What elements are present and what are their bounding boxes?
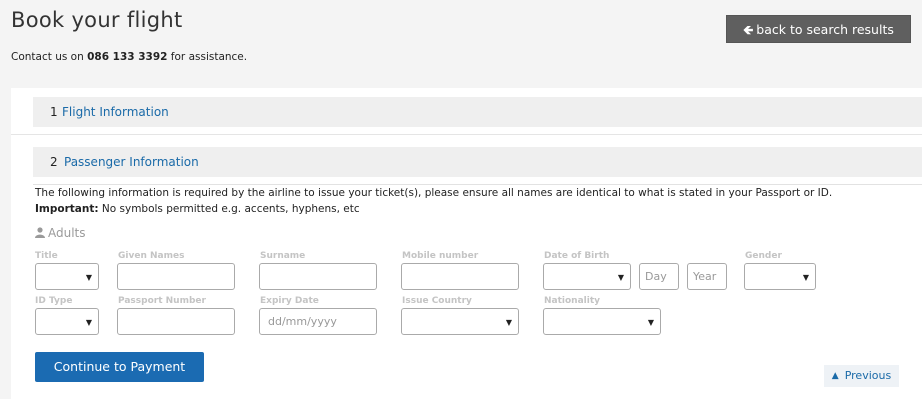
caret-down-icon: ▼: [505, 318, 512, 327]
contact-line: Contact us on 086 133 3392 for assistanc…: [11, 51, 247, 63]
title-select[interactable]: ▼: [35, 263, 99, 290]
day-placeholder: Day: [645, 270, 667, 283]
title-label: Title: [35, 251, 58, 261]
page-title: Book your flight: [11, 8, 183, 32]
passenger-info-text: The following information is required by…: [35, 187, 833, 199]
arrow-left-icon: 🡸: [743, 22, 754, 37]
passport-label: Passport Number: [118, 296, 206, 306]
caret-down-icon: ▼: [617, 273, 624, 282]
given-names-input[interactable]: [117, 263, 235, 290]
mobile-label: Mobile number: [402, 251, 479, 261]
caret-down-icon: ▼: [802, 273, 809, 282]
id-type-label: ID Type: [35, 296, 73, 306]
given-names-label: Given Names: [118, 251, 185, 261]
back-to-search-button[interactable]: 🡸 back to search results: [726, 15, 911, 43]
step-passenger-information[interactable]: 2 Passenger Information: [33, 147, 922, 177]
divider: [11, 134, 922, 135]
dob-year-input[interactable]: Year: [687, 263, 727, 290]
nationality-label: Nationality: [544, 296, 600, 306]
caret-down-icon: ▼: [85, 273, 92, 282]
expiry-placeholder: dd/mm/yyyy: [268, 315, 337, 328]
issue-country-label: Issue Country: [402, 296, 472, 306]
back-button-label: back to search results: [756, 22, 894, 37]
dob-day-input[interactable]: Day: [639, 263, 679, 290]
previous-button[interactable]: ▲ Previous: [824, 365, 899, 387]
expiry-label: Expiry Date: [260, 296, 319, 306]
gender-select[interactable]: ▼: [744, 263, 816, 290]
chevron-up-icon: ▲: [831, 371, 839, 381]
issue-country-select[interactable]: ▼: [401, 308, 519, 335]
contact-suffix: for assistance.: [167, 51, 248, 63]
contact-prefix: Contact us on: [11, 51, 88, 63]
important-text: No symbols permitted e.g. accents, hyphe…: [98, 203, 360, 215]
adults-heading: Adults: [35, 226, 86, 240]
id-type-select[interactable]: ▼: [35, 308, 99, 335]
passport-input[interactable]: [117, 308, 235, 335]
expiry-input[interactable]: dd/mm/yyyy: [259, 308, 377, 335]
important-note: Important: No symbols permitted e.g. acc…: [35, 203, 360, 215]
previous-label: Previous: [844, 369, 892, 382]
mobile-input[interactable]: [401, 263, 519, 290]
step-title[interactable]: Flight Information: [62, 97, 169, 127]
nationality-select[interactable]: ▼: [543, 308, 661, 335]
important-label: Important:: [35, 203, 99, 215]
step-title[interactable]: Passenger Information: [64, 147, 199, 177]
surname-input[interactable]: [259, 263, 377, 290]
gender-label: Gender: [745, 251, 782, 261]
adults-label: Adults: [48, 226, 86, 240]
user-icon: [35, 227, 45, 238]
step-number: 2: [50, 155, 58, 169]
dob-month-select[interactable]: ▼: [543, 263, 631, 290]
contact-phone: 086 133 3392: [87, 51, 168, 63]
step-number: 1: [50, 105, 58, 119]
continue-to-payment-button[interactable]: Continue to Payment: [35, 352, 204, 382]
dob-label: Date of Birth: [544, 251, 610, 261]
divider: [33, 184, 922, 185]
caret-down-icon: ▼: [647, 318, 654, 327]
caret-down-icon: ▼: [85, 318, 92, 327]
year-placeholder: Year: [693, 270, 717, 283]
step-flight-information[interactable]: 1 Flight Information: [33, 97, 922, 127]
surname-label: Surname: [260, 251, 306, 261]
